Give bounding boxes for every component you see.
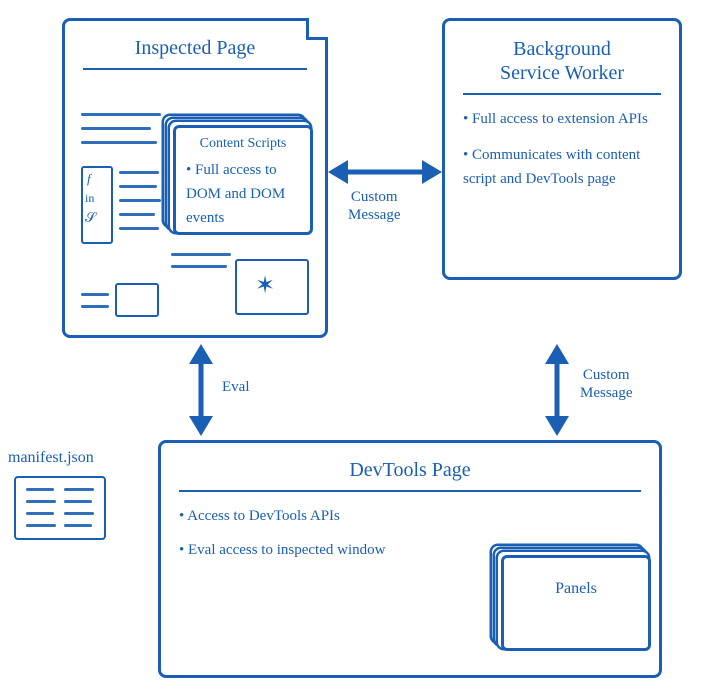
scribble: [119, 213, 155, 216]
arrow-eval: [184, 344, 218, 436]
content-scripts-bullet: Full access to DOM and DOM events: [186, 158, 300, 230]
devtools-title: DevTools Page: [179, 459, 641, 482]
panels-box: Panels: [501, 555, 651, 651]
scribble: [81, 141, 157, 144]
inspected-page-title: Inspected Page: [83, 37, 307, 60]
manifest-doc-icon: [14, 476, 106, 540]
social-glyph: in: [85, 191, 94, 206]
background-bullet: Full access to extension APIs: [463, 107, 661, 131]
divider: [83, 68, 307, 70]
scribble: [81, 113, 161, 116]
arrow-label-custom-message-h: Custom Message: [348, 188, 401, 224]
scribble: [81, 305, 109, 308]
scribble: [119, 199, 161, 202]
devtools-box: DevTools Page Access to DevTools APIs Ev…: [158, 440, 662, 678]
scribble: [119, 185, 157, 188]
social-glyph: f: [87, 171, 91, 187]
scribble: [119, 171, 159, 174]
arrow-label-eval: Eval: [222, 378, 250, 396]
manifest-label: manifest.json: [8, 448, 94, 467]
splash-icon: ✶: [255, 271, 275, 300]
background-box: Background Service Worker Full access to…: [442, 18, 682, 280]
arrow-custom-message-horizontal: [328, 154, 442, 190]
background-bullet: Communicates with content script and Dev…: [463, 143, 661, 191]
content-scripts-title: Content Scripts: [186, 136, 300, 152]
devtools-bullet: Access to DevTools APIs: [179, 504, 641, 528]
scribble: [81, 293, 109, 296]
scribble: [81, 127, 151, 130]
dogear-icon: [306, 18, 328, 40]
scribble: [171, 253, 231, 256]
background-title: Background Service Worker: [463, 37, 661, 85]
inspected-page-box: Inspected Page f in 𝒮 ✶ Content Scripts …: [62, 18, 328, 338]
content-scripts-box: Content Scripts Full access to DOM and D…: [173, 125, 313, 235]
arrow-label-custom-message-v: Custom Message: [580, 366, 633, 402]
thumb-box: [115, 283, 159, 317]
scribble: [171, 265, 227, 268]
divider: [463, 93, 661, 95]
panels-label: Panels: [514, 580, 638, 598]
arrow-custom-message-vertical: [540, 344, 574, 436]
scribble: [119, 227, 159, 230]
divider: [179, 490, 641, 492]
background-title-text: Background Service Worker: [500, 38, 624, 84]
social-glyph: 𝒮: [85, 211, 96, 227]
